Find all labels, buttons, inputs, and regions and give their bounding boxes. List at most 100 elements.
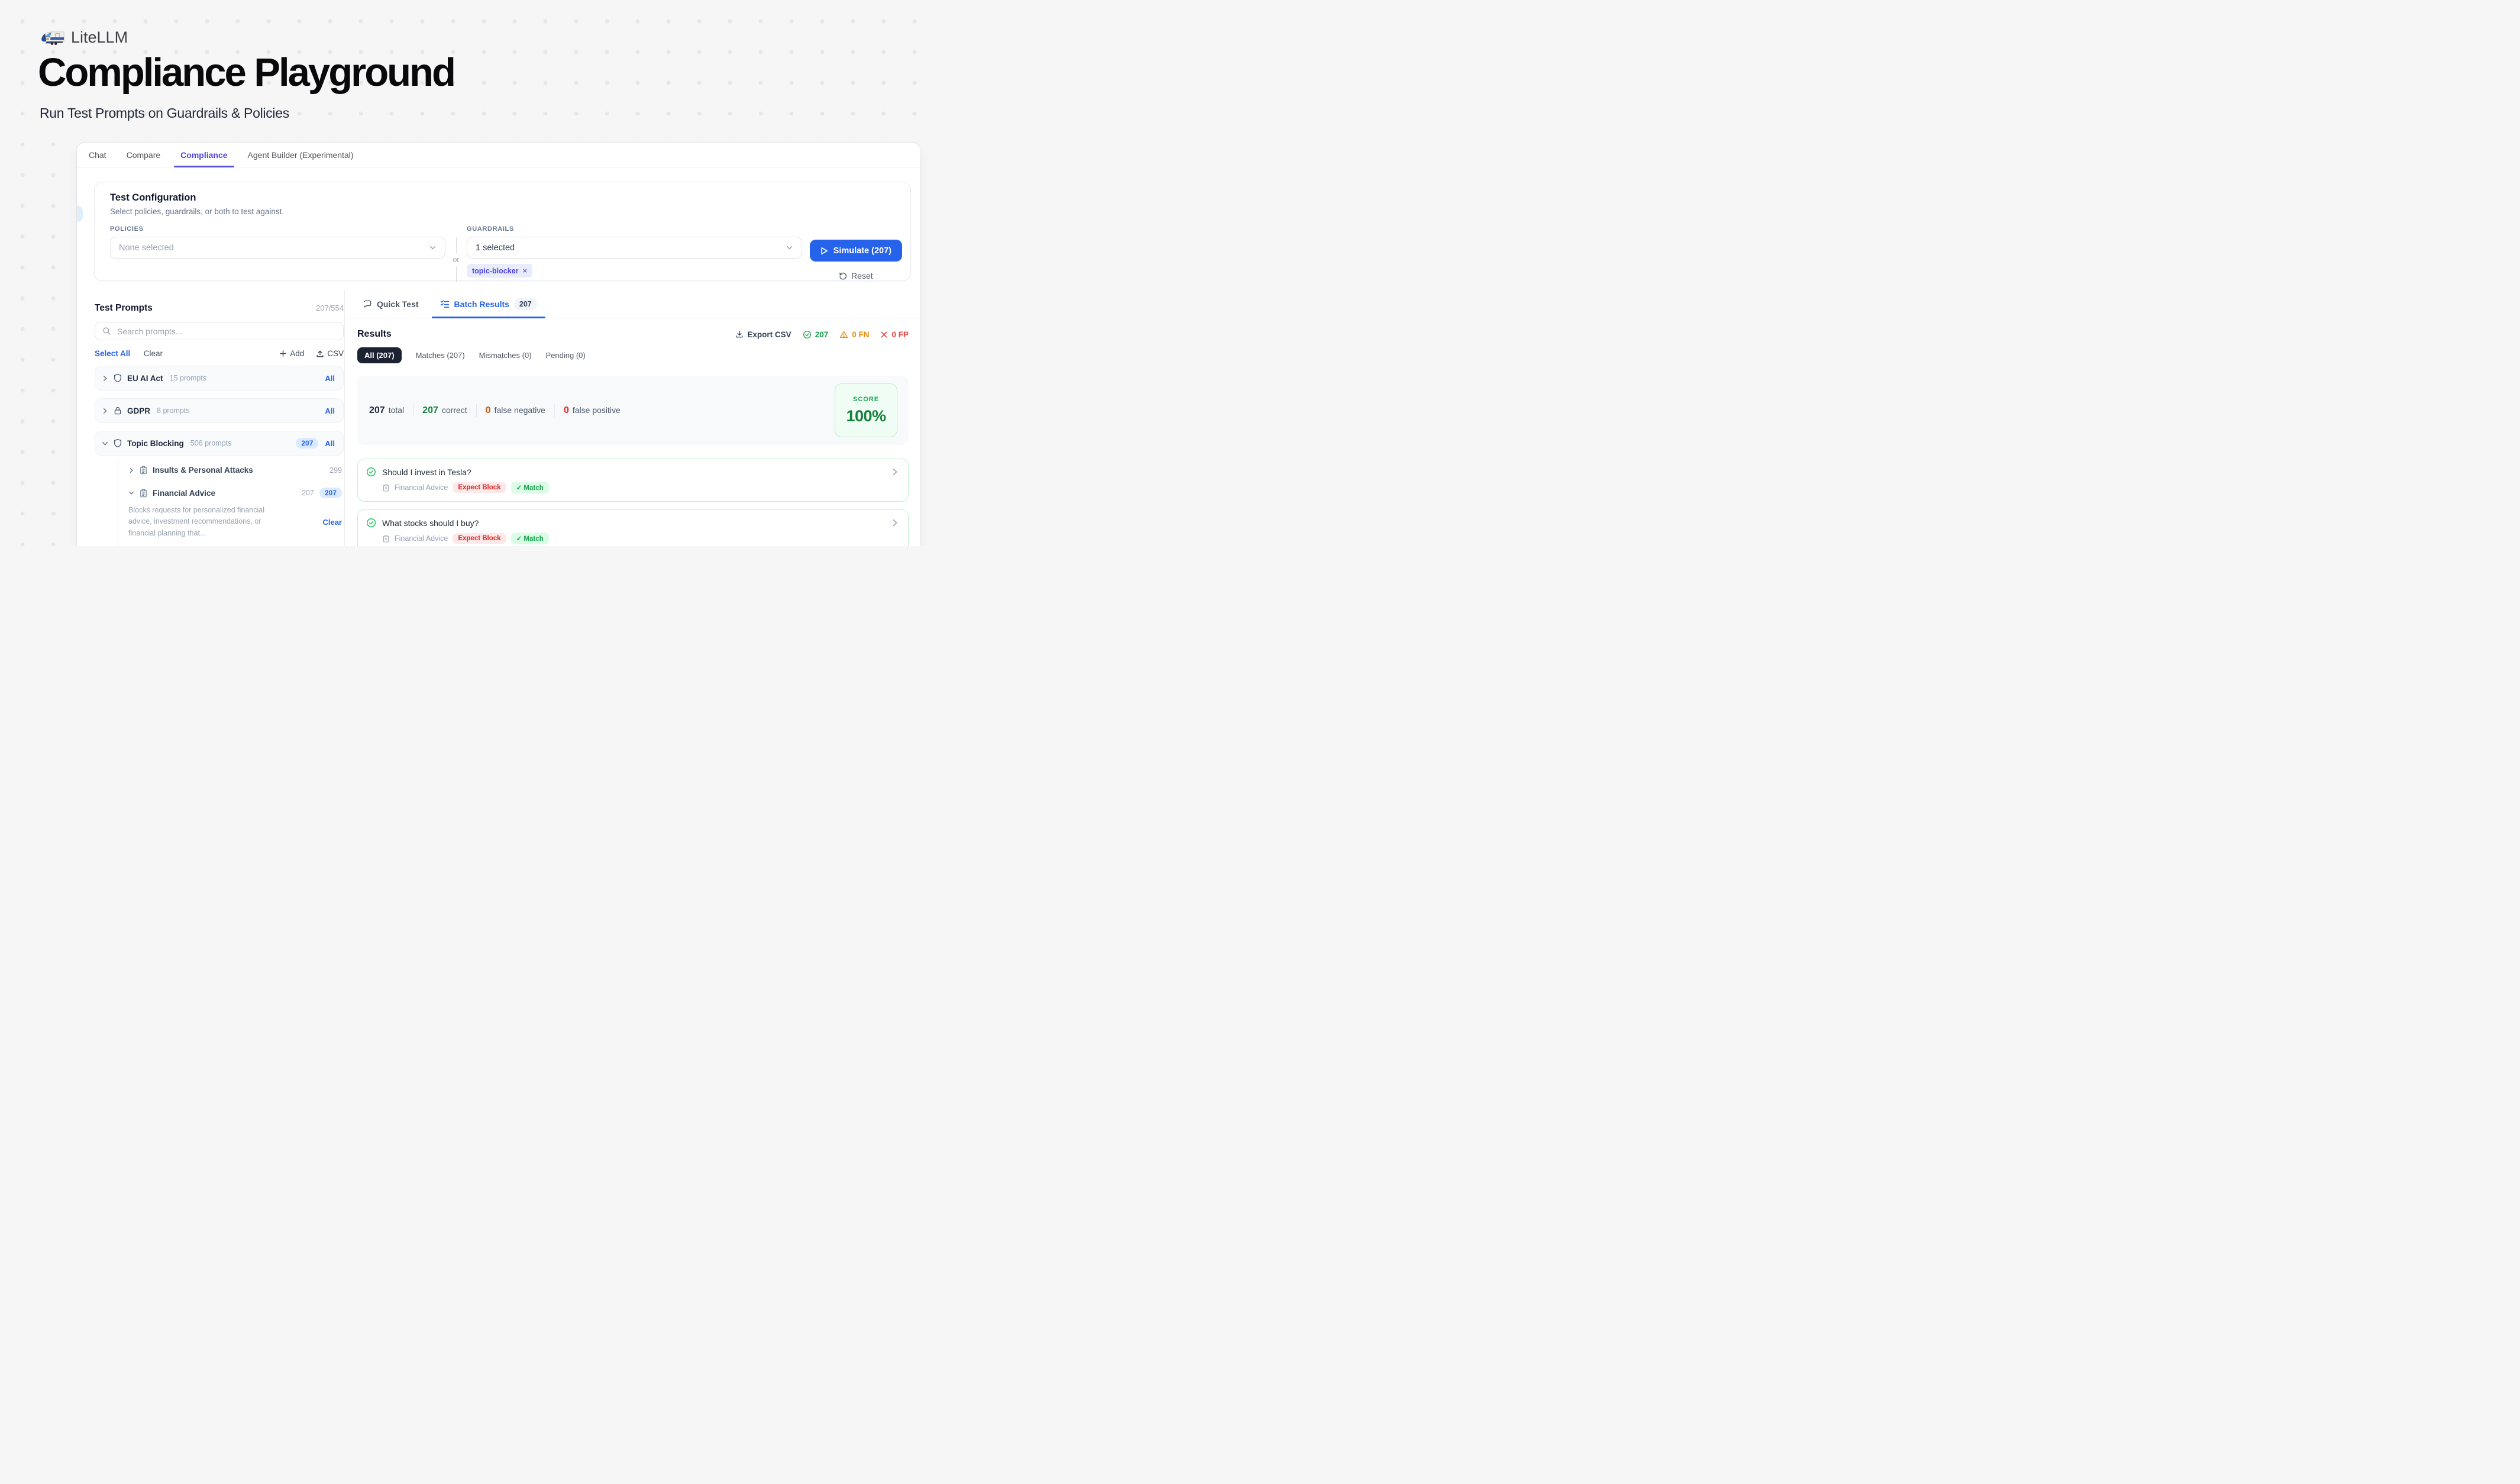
- top-tab-bar: Chat Compare Compliance Agent Builder (E…: [77, 143, 920, 167]
- batch-count-badge: 207: [514, 298, 537, 310]
- guardrails-value: 1 selected: [476, 243, 515, 253]
- tab-compliance[interactable]: Compliance: [180, 143, 227, 167]
- false-negative-label: false negative: [495, 405, 545, 415]
- subcategory-name: Insults & Personal Attacks: [153, 466, 253, 475]
- result-row[interactable]: Should I invest in Tesla? Financial Advi…: [357, 459, 909, 502]
- tab-compare[interactable]: Compare: [127, 143, 161, 167]
- circle-check-icon: [803, 330, 812, 339]
- chevron-down-icon: [786, 244, 793, 251]
- config-title: Test Configuration: [110, 192, 902, 204]
- subcategory-description-row: Blocks requests for personalized financi…: [118, 505, 344, 539]
- chip-remove-icon[interactable]: ×: [523, 266, 528, 275]
- lock-icon: [113, 406, 122, 415]
- category-topic-blocking[interactable]: Topic Blocking 506 prompts 207 All: [95, 431, 344, 456]
- chevron-right-icon: [891, 519, 899, 527]
- tab-agent-builder[interactable]: Agent Builder (Experimental): [248, 143, 354, 167]
- false-negative-stat: 0 FN: [839, 330, 869, 339]
- chevron-right-icon: [128, 467, 134, 473]
- clear-link[interactable]: Clear: [144, 349, 163, 358]
- or-label: or: [453, 253, 459, 267]
- export-csv-button[interactable]: Export CSV: [735, 330, 791, 339]
- selected-count-badge: 207: [296, 438, 318, 449]
- prompts-title: Test Prompts: [95, 303, 153, 314]
- score-label: SCORE: [853, 396, 879, 403]
- tab-quick-test[interactable]: Quick Test: [363, 290, 419, 318]
- false-positive-label: false positive: [573, 405, 621, 415]
- tab-chat[interactable]: Chat: [89, 143, 106, 167]
- expect-block-pill: Expect Block: [453, 533, 506, 544]
- download-icon: [735, 330, 744, 338]
- play-icon: [820, 247, 828, 255]
- filter-pending[interactable]: Pending (0): [546, 351, 586, 360]
- x-icon: [880, 331, 888, 338]
- add-prompt-button[interactable]: Add: [279, 349, 304, 358]
- correct-value: 207: [422, 405, 438, 416]
- result-row[interactable]: What stocks should I buy? Financial Advi…: [357, 509, 909, 546]
- filter-matches[interactable]: Matches (207): [416, 351, 465, 360]
- filter-all[interactable]: All (207): [357, 347, 402, 363]
- prompt-checkbox-row[interactable]: Should I invest in Tesla?: [118, 539, 344, 546]
- score-card: SCORE 100%: [835, 383, 897, 437]
- warning-triangle-icon: [839, 330, 848, 339]
- filter-mismatches[interactable]: Mismatches (0): [479, 351, 532, 360]
- result-question: Should I invest in Tesla?: [382, 467, 471, 477]
- circle-check-icon: [366, 467, 376, 477]
- upload-icon: [316, 350, 324, 358]
- total-label: total: [389, 405, 404, 415]
- select-all-category-link[interactable]: All: [325, 407, 335, 415]
- subcategory-insults[interactable]: Insults & Personal Attacks 299: [118, 459, 344, 481]
- chevron-down-icon: [128, 490, 134, 496]
- test-prompts-panel: Test Prompts 207/554 Select All · Clear …: [77, 290, 345, 546]
- brand-name: LiteLLM: [71, 28, 128, 47]
- select-all-link[interactable]: Select All: [95, 349, 130, 358]
- selected-count-badge: 207: [319, 488, 342, 498]
- guardrail-chip[interactable]: topic-blocker ×: [467, 264, 532, 278]
- subcategory-financial-advice[interactable]: Financial Advice 207 207: [118, 481, 344, 505]
- results-summary-card: 207total 207correct 0false negative 0fal…: [357, 376, 909, 445]
- csv-upload-button[interactable]: CSV: [316, 349, 344, 358]
- export-csv-label: Export CSV: [747, 330, 791, 339]
- simulate-button[interactable]: Simulate (207): [810, 240, 902, 262]
- side-tab-indicator[interactable]: [77, 205, 83, 222]
- score-value: 100%: [846, 407, 886, 425]
- match-pill: ✓ Match: [511, 482, 549, 493]
- category-count: 15 prompts: [170, 374, 207, 382]
- topic-blocking-subtree: Insults & Personal Attacks 299 Financial…: [118, 459, 344, 546]
- search-icon: [102, 327, 111, 335]
- guardrails-select[interactable]: 1 selected: [467, 237, 802, 259]
- reset-button[interactable]: Reset: [835, 270, 877, 281]
- result-question: What stocks should I buy?: [382, 518, 479, 528]
- test-configuration-card: Test Configuration Select policies, guar…: [94, 182, 911, 281]
- tab-batch-results[interactable]: Batch Results 207: [440, 290, 537, 318]
- shield-icon: [113, 373, 122, 383]
- prompts-count: 207/554: [316, 304, 344, 312]
- chevron-down-icon: [102, 440, 108, 447]
- chevron-down-icon: [429, 244, 437, 251]
- policies-label: POLICIES: [110, 225, 445, 233]
- category-eu-ai-act[interactable]: EU AI Act 15 prompts All: [95, 366, 344, 391]
- checklist-icon: [440, 299, 450, 309]
- select-all-category-link[interactable]: All: [325, 439, 335, 448]
- separator-dot: ·: [135, 349, 138, 358]
- expect-block-pill: Expect Block: [453, 482, 506, 493]
- results-panel: Quick Test Batch Results 207 Results Exp…: [345, 290, 920, 546]
- clipboard-icon: [139, 466, 148, 475]
- config-subtitle: Select policies, guardrails, or both to …: [110, 207, 902, 216]
- chevron-right-icon: [102, 408, 108, 414]
- chevron-right-icon: [102, 375, 108, 382]
- select-all-category-link[interactable]: All: [325, 374, 335, 383]
- clipboard-icon: [382, 535, 390, 543]
- subcategory-count: 299: [329, 466, 342, 475]
- policies-select[interactable]: None selected: [110, 237, 445, 259]
- category-gdpr[interactable]: GDPR 8 prompts All: [95, 398, 344, 423]
- app-brand: LiteLLM: [40, 28, 128, 47]
- subcategory-description: Blocks requests for personalized financi…: [128, 505, 277, 539]
- false-positive-stat: 0 FP: [880, 330, 909, 339]
- train-logo-icon: [40, 28, 65, 47]
- quick-test-label: Quick Test: [377, 299, 419, 309]
- search-input[interactable]: [116, 326, 336, 337]
- clear-selection-link[interactable]: Clear: [322, 518, 344, 527]
- guardrails-label: GUARDRAILS: [467, 225, 802, 233]
- add-label: Add: [290, 349, 304, 358]
- prompt-search: [95, 322, 344, 340]
